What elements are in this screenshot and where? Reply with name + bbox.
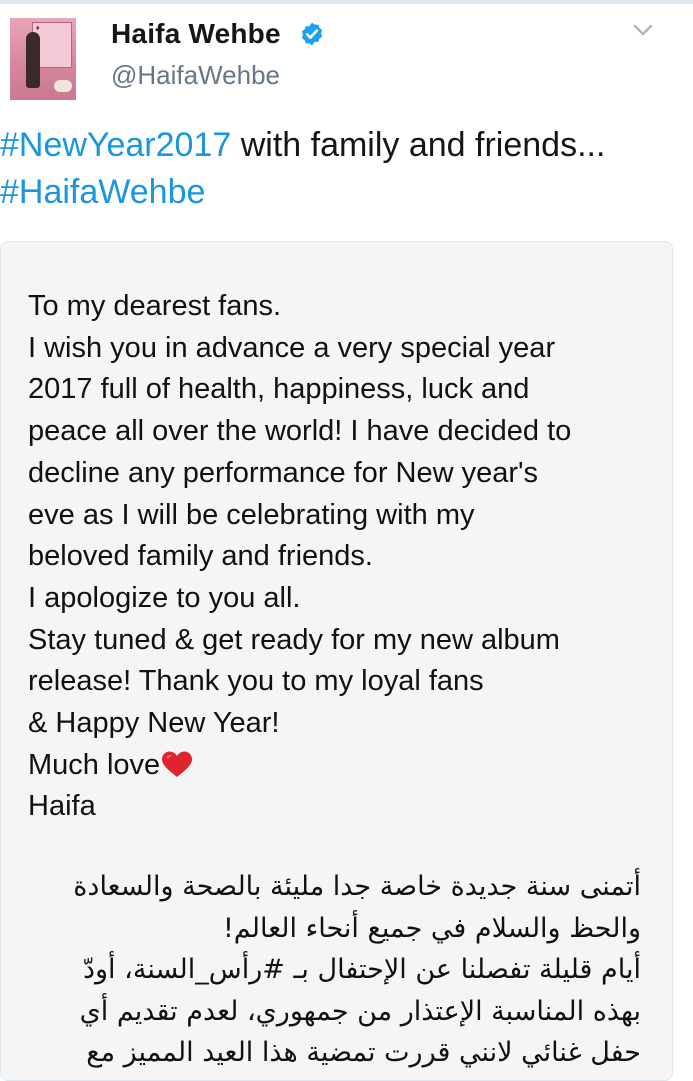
letter-line-ar: حفل غنائي لانني قررت تمضية هذا العيد الم… (86, 1037, 641, 1068)
letter-line: decline any performance for New year's (28, 456, 539, 489)
avatar-dog (54, 80, 72, 92)
avatar[interactable]: ♦ (10, 18, 76, 100)
letter-line: Stay tuned & get ready for my new album (28, 623, 560, 656)
letter-line-ar: أتمنى سنة جديدة خاصة جدا مليئة بالصحة وا… (73, 871, 641, 902)
letter-line: I wish you in advance a very special yea… (28, 331, 556, 364)
user-handle[interactable]: @HaifaWehbe (111, 60, 280, 91)
letter-line: peace all over the world! I have decided… (28, 415, 572, 448)
heart-icon (162, 751, 193, 777)
top-divider (0, 0, 693, 4)
much-love-line: Much love (28, 745, 658, 787)
letter-line: 2017 full of health, happiness, luck and (28, 373, 530, 406)
letter-line-ar: بهذه المناسبة الإعتذار من جمهوري، لعدم ت… (79, 995, 641, 1027)
letter-line-ar: أيام قليلة تفصلنا عن الإحتفال بـ #رأس_ال… (82, 954, 641, 985)
attached-image-card[interactable]: To my dearest fans. I wish you in advanc… (0, 241, 673, 1081)
letter-line: & Happy New Year! (28, 707, 280, 740)
chevron-down-icon[interactable] (632, 22, 654, 38)
hashtag-newyear2017[interactable]: #NewYear2017 (0, 126, 231, 164)
signature: Haifa (28, 790, 96, 823)
hashtag-haifawehbe[interactable]: #HaifaWehbe (0, 173, 205, 211)
letter-line: I apologize to you all. (28, 581, 301, 614)
letter-line: release! Thank you to my loyal fans (28, 665, 484, 698)
much-love-text: Much love (28, 748, 161, 781)
letter-english: To my dearest fans. I wish you in advanc… (28, 286, 658, 828)
letter-line: beloved family and friends. (28, 540, 373, 573)
avatar-figure (26, 32, 40, 88)
letter-line: To my dearest fans. (28, 290, 282, 322)
verified-badge-icon (301, 22, 323, 46)
letter-line-ar: والحظ والسلام في جميع أنحاء العالم! (222, 912, 641, 944)
tweet-body-text: with family and friends... (231, 126, 606, 164)
letter-line: eve as I will be celebrating with my (28, 498, 475, 531)
display-name[interactable]: Haifa Wehbe (111, 18, 281, 50)
letter-arabic: أتمنى سنة جديدة خاصة جدا مليئة بالصحة وا… (31, 866, 641, 1074)
tweet-text: #NewYear2017 with family and friends... … (0, 122, 690, 216)
